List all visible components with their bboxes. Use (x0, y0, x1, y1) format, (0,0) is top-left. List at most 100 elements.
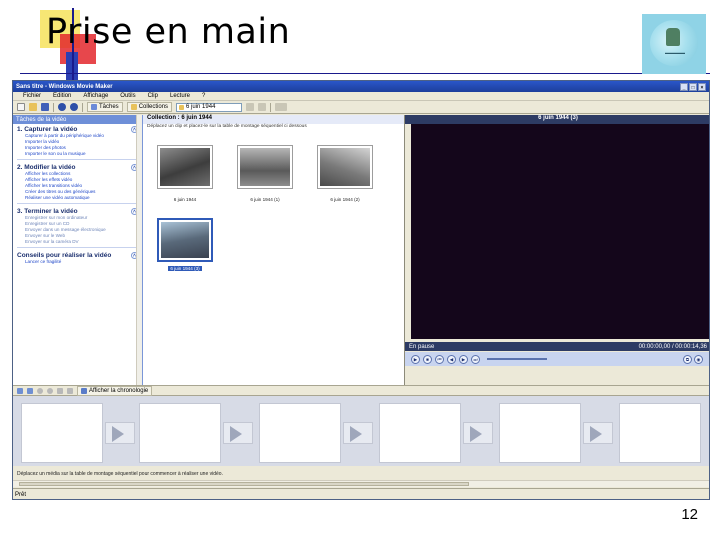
storyboard-slot[interactable] (21, 403, 103, 463)
task-section-capture: 1. Capturer la vidéo ˄ Capturer à partir… (13, 124, 142, 160)
storyboard-slot[interactable] (499, 403, 581, 463)
storyboard-slot[interactable] (139, 403, 221, 463)
task-heading-finish[interactable]: 3. Terminer la vidéo (17, 208, 78, 215)
split-clip-icon[interactable]: ⧉ (683, 354, 692, 364)
timeline-icon (81, 387, 87, 394)
clip-label: 6 juin 1944 (3) (168, 266, 202, 271)
transition-slot[interactable] (463, 422, 493, 444)
tasks-icon (91, 104, 97, 110)
tasks-button-label: Tâches (99, 104, 119, 110)
transition-slot[interactable] (223, 422, 253, 444)
clip-thumbnail[interactable]: 6 juin 1944 (1) (237, 145, 293, 202)
main-panes: Tâches de la vidéo × 1. Capturer la vidé… (13, 115, 709, 385)
monitor-pane: 6 juin 1944 (3) En pause 00:00:00,00 / 0… (405, 115, 709, 385)
slide-title: Prise en main (46, 12, 291, 52)
clip-thumbnail[interactable]: 6 juin 1944 (157, 145, 213, 202)
clip-thumbnail[interactable]: 6 juin 1944 (2) (317, 145, 373, 202)
open-folder-icon[interactable] (29, 103, 37, 111)
task-link[interactable]: Lancer ce fragilité (17, 259, 138, 265)
window-title: Sans titre - Windows Movie Maker (16, 83, 113, 90)
new-project-icon[interactable] (17, 103, 25, 111)
task-link[interactable]: Réaliser une vidéo automatique (17, 195, 138, 201)
clip-label: 6 juin 1944 (173, 197, 197, 202)
seek-bar[interactable] (487, 358, 547, 360)
storyboard-slot[interactable] (259, 403, 341, 463)
menu-file[interactable]: Fichier (23, 93, 41, 99)
monitor-title: 6 juin 1944 (3) (405, 115, 709, 124)
minimize-button[interactable]: _ (680, 82, 688, 91)
storyboard-slot[interactable] (379, 403, 461, 463)
task-heading-edit[interactable]: 2. Modifier la vidéo (17, 164, 76, 171)
window-titlebar: Sans titre - Windows Movie Maker _ □ × (13, 81, 709, 92)
task-section-tips: Conseils pour réaliser la vidéo ˄ Lancer… (13, 250, 142, 265)
task-section-edit: 2. Modifier la vidéo ˄ Afficher les coll… (13, 162, 142, 204)
next-icon[interactable]: ⏭ (471, 354, 480, 364)
collection-select[interactable]: 6 juin 1944 (176, 102, 243, 112)
monitor-status-bar: En pause 00:00:00,00 / 00:00:14,36 (405, 342, 709, 351)
collections-button-label: Collections (138, 104, 169, 110)
snapshot-icon[interactable]: ◉ (694, 354, 703, 364)
zoom-in-icon[interactable] (37, 387, 43, 394)
folder-icon (179, 104, 185, 110)
forward-icon[interactable]: ▶ (459, 354, 468, 364)
storyboard-slot[interactable] (619, 403, 701, 463)
audio-levels-icon[interactable] (27, 387, 33, 394)
clip-thumbnail-selected[interactable]: 6 juin 1944 (3) (157, 218, 213, 272)
up-folder-icon[interactable] (246, 103, 255, 111)
play-icon[interactable]: ▶ (411, 354, 420, 364)
clip-label: 6 juin 1944 (2) (330, 197, 360, 202)
transition-slot[interactable] (105, 422, 135, 444)
storyboard-scrollbar[interactable] (13, 480, 709, 487)
collection-header: Collection : 6 juin 1944 (143, 115, 404, 124)
collection-subtitle: Déplacez un clip et placez-le sur la tab… (147, 124, 307, 129)
menu-clip[interactable]: Clip (148, 93, 158, 99)
playback-controls: ▶ ■ ⏮ ◀ ▶ ⏭ ⧉ ◉ (405, 352, 709, 366)
monitor-status: En pause (409, 343, 435, 350)
new-folder-icon[interactable] (258, 103, 267, 111)
task-heading-tips[interactable]: Conseils pour réaliser la vidéo (17, 252, 111, 259)
tasks-header-title: Tâches de la vidéo (16, 116, 67, 123)
movie-maker-window: Sans titre - Windows Movie Maker _ □ × F… (12, 80, 710, 500)
menu-bar: Fichier Edition Affichage Outils Clip Le… (13, 92, 709, 101)
previous-icon[interactable]: ⏮ (435, 354, 444, 364)
play-storyboard-icon[interactable] (67, 387, 73, 394)
redo-icon[interactable] (70, 103, 78, 111)
menu-view[interactable]: Affichage (83, 93, 108, 99)
collection-pane: Collection : 6 juin 1944 Déplacez un cli… (143, 115, 405, 385)
logo-image: ▬▬▬▬▬ (642, 14, 706, 74)
video-preview (411, 124, 709, 339)
stop-icon[interactable]: ■ (423, 354, 432, 364)
view-options-icon[interactable] (275, 103, 288, 111)
menu-edit[interactable]: Edition (53, 93, 71, 99)
tasks-button[interactable]: Tâches (87, 102, 123, 112)
rewind-icon[interactable]: ◀ (447, 354, 456, 364)
show-timeline-label: Afficher la chronologie (89, 387, 149, 394)
tasks-scrollbar[interactable] (136, 115, 142, 385)
menu-tools[interactable]: Outils (120, 93, 135, 99)
task-link[interactable]: Envoyer sur la caméra DV (17, 239, 138, 245)
menu-help[interactable]: ? (202, 93, 205, 99)
tasks-header: Tâches de la vidéo × (13, 115, 142, 124)
collections-button[interactable]: Collections (126, 102, 173, 112)
transition-slot[interactable] (343, 422, 373, 444)
save-icon[interactable] (41, 103, 49, 111)
menu-play[interactable]: Lecture (170, 93, 190, 99)
storyboard-toolbar: Afficher la chronologie (13, 385, 709, 396)
task-heading-capture[interactable]: 1. Capturer la vidéo (17, 126, 77, 133)
close-button[interactable]: × (698, 82, 706, 91)
collections-icon (130, 104, 137, 110)
transition-slot[interactable] (583, 422, 613, 444)
undo-icon[interactable] (58, 103, 66, 111)
zoom-out-icon[interactable] (47, 387, 53, 394)
show-timeline-button[interactable]: Afficher la chronologie (77, 385, 153, 396)
tasks-pane: Tâches de la vidéo × 1. Capturer la vidé… (13, 115, 143, 385)
task-link[interactable]: Importer le son ou la musique (17, 151, 138, 157)
maximize-button[interactable]: □ (689, 82, 697, 91)
narration-icon[interactable] (17, 387, 23, 394)
status-bar: Prêt (13, 488, 709, 499)
storyboard (13, 396, 709, 466)
monitor-time: 00:00:00,00 / 00:00:14,36 (638, 343, 707, 350)
rewind-storyboard-icon[interactable] (57, 387, 63, 394)
toolbar: Tâches Collections 6 juin 1944 (13, 101, 709, 114)
task-section-finish: 3. Terminer la vidéo ˄ Enregistrer sur m… (13, 206, 142, 248)
